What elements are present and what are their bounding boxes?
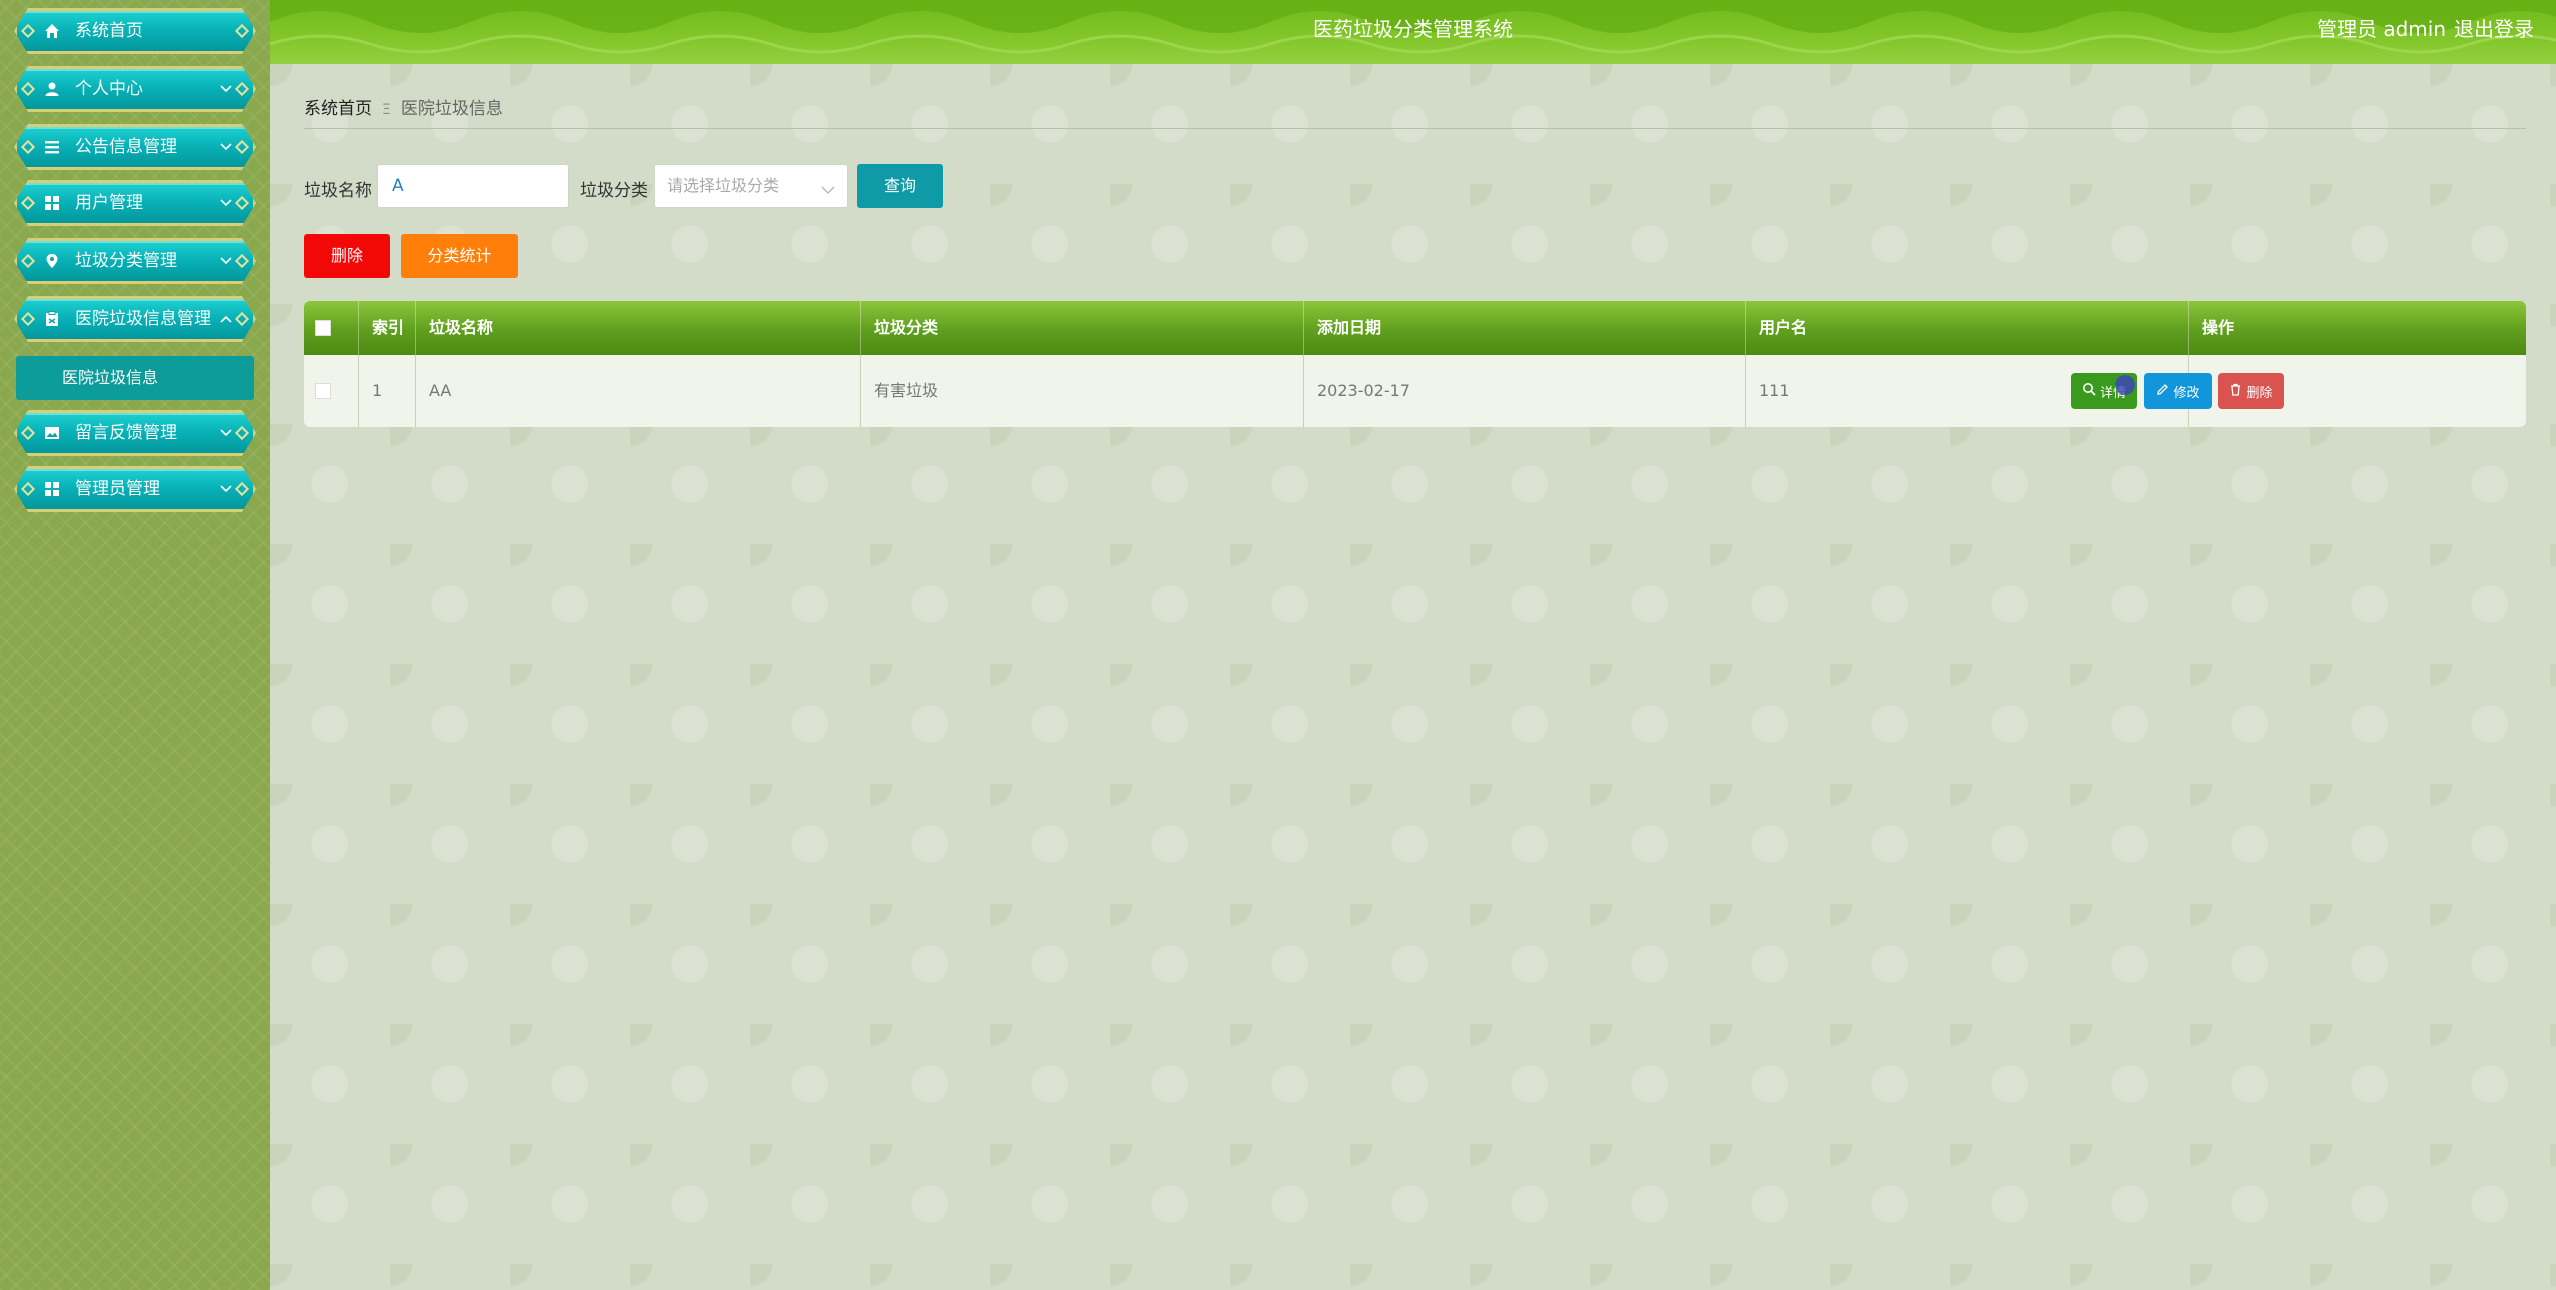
waste-name-label: 垃圾名称 bbox=[304, 181, 372, 201]
clipboard-icon bbox=[43, 310, 61, 328]
breadcrumb-current: 医院垃圾信息 bbox=[400, 99, 503, 119]
cell-index: 1 bbox=[372, 381, 383, 400]
breadcrumb-separator: Ξ bbox=[382, 102, 391, 118]
sidebar-item-label: 医院垃圾信息管理 bbox=[75, 309, 211, 329]
chevron-down-icon bbox=[219, 426, 233, 440]
table-header bbox=[304, 301, 2526, 355]
category-stats-button[interactable]: 分类统计 bbox=[401, 234, 518, 278]
chevron-up-icon bbox=[219, 312, 233, 326]
sidebar-item-label: 公告信息管理 bbox=[75, 137, 177, 157]
column-header-category: 垃圾分类 bbox=[874, 318, 939, 337]
sidebar-item-waste-category[interactable]: 垃圾分类管理 bbox=[14, 238, 256, 284]
user-icon bbox=[43, 80, 61, 98]
logout-link[interactable]: 退出登录 bbox=[2454, 0, 2534, 58]
column-header-name: 垃圾名称 bbox=[429, 318, 494, 337]
waste-category-placeholder: 请选择垃圾分类 bbox=[667, 176, 780, 195]
current-user: 管理员 admin bbox=[2316, 17, 2446, 41]
sidebar-item-label: 留言反馈管理 bbox=[75, 423, 177, 443]
chevron-down-icon bbox=[219, 196, 233, 210]
row-edit-button[interactable]: 修改 bbox=[2144, 373, 2212, 409]
search-icon bbox=[2082, 382, 2096, 400]
breadcrumb-home[interactable]: 系统首页 bbox=[304, 99, 372, 119]
home-icon bbox=[43, 22, 61, 40]
sidebar-item-label: 用户管理 bbox=[75, 193, 143, 213]
sidebar-item-hospital-waste[interactable]: 医院垃圾信息管理 bbox=[14, 296, 256, 342]
breadcrumb-divider bbox=[304, 128, 2526, 129]
row-delete-label: 删除 bbox=[2246, 385, 2273, 401]
cell-category: 有害垃圾 bbox=[874, 381, 939, 400]
sidebar: 系统首页 个人中心 公告信息管理 用户管理 垃圾分类管理 医院垃圾信息管理 医院… bbox=[0, 0, 270, 1290]
chevron-down-icon bbox=[219, 140, 233, 154]
edit-icon bbox=[2156, 383, 2169, 400]
column-header-username: 用户名 bbox=[1759, 318, 1808, 337]
sidebar-subitem-hospital-waste-info[interactable]: 医院垃圾信息 bbox=[16, 356, 254, 400]
top-header: 医药垃圾分类管理系统 管理员 admin 退出登录 bbox=[270, 0, 2556, 64]
sidebar-item-label: 管理员管理 bbox=[75, 479, 160, 499]
cell-name: AA bbox=[429, 381, 452, 400]
column-header-actions: 操作 bbox=[2202, 318, 2235, 337]
waste-category-select[interactable]: 请选择垃圾分类 bbox=[654, 164, 848, 208]
breadcrumb: 系统首页 Ξ 医院垃圾信息 bbox=[304, 94, 503, 119]
main-content: 系统首页 Ξ 医院垃圾信息 垃圾名称 垃圾分类 请选择垃圾分类 查询 删除 分类统计… bbox=[270, 64, 2556, 1290]
chevron-down-icon bbox=[219, 254, 233, 268]
location-icon bbox=[43, 252, 61, 270]
image-icon bbox=[43, 424, 61, 442]
app-title: 医药垃圾分类管理系统 bbox=[1313, 17, 1513, 41]
batch-delete-button[interactable]: 删除 bbox=[304, 234, 390, 278]
mouse-cursor-indicator bbox=[2115, 375, 2135, 395]
cell-date: 2023-02-17 bbox=[1317, 381, 1410, 400]
sidebar-item-home[interactable]: 系统首页 bbox=[14, 8, 256, 54]
row-edit-label: 修改 bbox=[2173, 385, 2200, 401]
chevron-down-icon bbox=[821, 179, 835, 200]
grid-icon bbox=[43, 480, 61, 498]
sidebar-item-personal-center[interactable]: 个人中心 bbox=[14, 66, 256, 112]
list-icon bbox=[43, 138, 61, 156]
sidebar-item-admins[interactable]: 管理员管理 bbox=[14, 466, 256, 512]
sidebar-item-announcements[interactable]: 公告信息管理 bbox=[14, 124, 256, 170]
sidebar-item-label: 系统首页 bbox=[75, 21, 143, 41]
select-all-checkbox[interactable] bbox=[315, 320, 331, 336]
row-delete-button[interactable]: 删除 bbox=[2218, 373, 2284, 409]
sidebar-subitem-label: 医院垃圾信息 bbox=[62, 368, 159, 387]
chevron-down-icon bbox=[219, 82, 233, 96]
waste-name-input[interactable] bbox=[377, 164, 569, 208]
waste-category-label: 垃圾分类 bbox=[580, 181, 648, 201]
column-header-index: 索引 bbox=[372, 318, 405, 337]
sidebar-item-label: 个人中心 bbox=[75, 79, 143, 99]
grid-icon bbox=[43, 194, 61, 212]
sidebar-item-feedback[interactable]: 留言反馈管理 bbox=[14, 410, 256, 456]
waste-table: 索引 垃圾名称 垃圾分类 添加日期 用户名 操作 1 AA 有害垃圾 2023-… bbox=[304, 301, 2526, 427]
cell-username: 111 bbox=[1759, 381, 1790, 400]
row-checkbox[interactable] bbox=[315, 383, 331, 399]
column-header-date: 添加日期 bbox=[1317, 318, 1382, 337]
trash-icon bbox=[2229, 383, 2242, 400]
search-button[interactable]: 查询 bbox=[857, 164, 943, 208]
sidebar-item-users[interactable]: 用户管理 bbox=[14, 180, 256, 226]
sidebar-item-label: 垃圾分类管理 bbox=[75, 251, 177, 271]
chevron-down-icon bbox=[219, 482, 233, 496]
